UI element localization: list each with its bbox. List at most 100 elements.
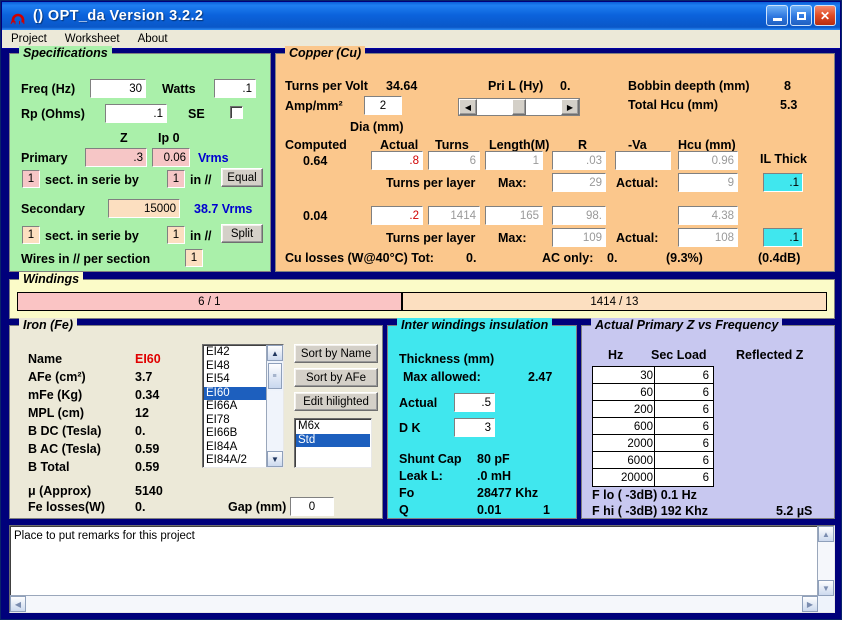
primary-vrms-label: Vrms <box>198 151 229 165</box>
split-button[interactable]: Split <box>221 224 263 243</box>
remarks-horizontal-scrollbar[interactable]: ◀ ▶ <box>10 595 818 612</box>
secondary-input[interactable]: 15000 <box>108 199 180 218</box>
gap-input[interactable]: 0 <box>290 497 334 516</box>
insul-actual-input[interactable]: .5 <box>454 393 495 412</box>
il-thick-label: IL Thick <box>760 152 808 166</box>
se-checkbox[interactable] <box>230 106 243 119</box>
row1-actual-input[interactable]: .8 <box>371 151 423 170</box>
row2-actual-input[interactable]: .2 <box>371 206 423 225</box>
menu-item-worksheet[interactable]: Worksheet <box>56 32 129 46</box>
row1-turns-field: 6 <box>428 151 480 170</box>
total-hcu-value: 5.3 <box>780 98 798 112</box>
scroll-track[interactable] <box>267 391 283 451</box>
menu-item-project[interactable]: Project <box>2 32 56 46</box>
scroll-track[interactable] <box>26 596 802 612</box>
dk-input[interactable]: 3 <box>454 418 495 437</box>
list-item[interactable]: EI66A <box>204 400 266 414</box>
row1-il-thick-input[interactable]: .1 <box>763 173 803 192</box>
turns-per-volt-value: 34.64 <box>386 79 418 93</box>
scroll-thumb[interactable]: ≡ <box>268 363 282 389</box>
list-item[interactable]: EI84A/2 <box>204 454 266 467</box>
row2-il-thick-input[interactable]: .1 <box>763 228 803 247</box>
fo-label: Fo <box>399 486 415 500</box>
dk-label: D K <box>399 421 421 435</box>
hz-cell[interactable]: 20000 <box>592 468 658 487</box>
sort-by-name-button[interactable]: Sort by Name <box>294 344 378 363</box>
primary-sections-input[interactable]: 1 <box>22 170 40 188</box>
list-item[interactable]: EI78 <box>204 414 266 428</box>
edit-hilighted-button[interactable]: Edit hilighted <box>294 392 378 411</box>
row1-length-field: 1 <box>485 151 543 170</box>
col-va: -Va <box>628 138 647 152</box>
amp-mm2-input[interactable]: 2 <box>364 96 402 115</box>
maximize-icon <box>796 11 806 20</box>
iron-bac-value: 0.59 <box>135 442 160 456</box>
primary-parallel-input[interactable]: 1 <box>167 170 185 188</box>
col-hcu: Hcu (mm) <box>678 138 736 152</box>
material-listbox[interactable]: M6x Std <box>294 418 372 468</box>
secondary-vrms-label: 38.7 Vrms <box>194 202 253 216</box>
menu-item-about[interactable]: About <box>129 32 177 46</box>
pri-l-scrollbar[interactable]: ◀ ▶ <box>458 98 580 116</box>
list-item[interactable]: EI42 <box>204 346 266 360</box>
scroll-down-icon[interactable]: ▼ <box>818 580 834 596</box>
iron-bdc-value: 0. <box>135 424 146 438</box>
list-item[interactable]: EI54 <box>204 373 266 387</box>
list-item[interactable]: EI48 <box>204 360 266 374</box>
list-item[interactable]: M6x <box>296 420 370 434</box>
scroll-up-icon[interactable]: ▲ <box>818 526 834 542</box>
row1-va-input[interactable] <box>615 151 671 170</box>
wires-input[interactable]: 1 <box>185 249 203 267</box>
pri-l-label: Pri L (Hy) <box>488 79 544 93</box>
max-allowed-value: 2.47 <box>528 370 553 384</box>
scroll-left-icon[interactable]: ◀ <box>10 596 26 612</box>
winding-segment-primary[interactable]: 6 / 1 <box>17 292 402 311</box>
secondary-sections-input[interactable]: 1 <box>22 226 40 244</box>
row1-r-field: .03 <box>552 151 606 170</box>
scroll-up-icon[interactable]: ▲ <box>267 345 283 361</box>
insulation-panel: Inter windings insulation Thickness (mm)… <box>387 318 577 519</box>
col-reflected-z: Reflected Z <box>736 348 804 362</box>
core-listbox[interactable]: EI42 EI48 EI54 EI60 EI66A EI78 EI66B EI8… <box>202 344 284 468</box>
list-item[interactable]: V38x2 <box>204 468 266 469</box>
scroll-track-right[interactable] <box>526 99 561 115</box>
list-item-selected[interactable]: Std <box>296 433 370 447</box>
close-button[interactable]: ✕ <box>814 5 836 26</box>
rp-input[interactable]: .1 <box>105 104 167 123</box>
winding-segment-secondary[interactable]: 1414 / 13 <box>401 292 827 311</box>
primary-ip-input[interactable]: 0.06 <box>152 148 190 167</box>
sort-by-afe-button[interactable]: Sort by AFe <box>294 368 378 387</box>
equal-button[interactable]: Equal <box>221 168 263 187</box>
rp-label: Rp (Ohms) <box>21 107 85 121</box>
primary-z-input[interactable]: .3 <box>85 148 147 167</box>
row2-tpl-label: Turns per layer <box>386 231 476 245</box>
iron-bac-label: B AC (Tesla) <box>28 442 101 456</box>
scroll-track-left[interactable] <box>477 99 512 115</box>
core-list-scrollbar[interactable]: ▲ ≡ ▼ <box>266 345 283 467</box>
freq-label: Freq (Hz) <box>21 82 76 96</box>
iron-legend: Iron (Fe) <box>19 318 77 332</box>
list-item-selected[interactable]: EI60 <box>204 386 266 400</box>
scroll-track[interactable] <box>818 542 834 580</box>
list-item[interactable]: EI84A <box>204 441 266 455</box>
freq-input[interactable]: 30 <box>90 79 146 98</box>
minimize-button[interactable] <box>766 5 788 26</box>
scroll-left-icon[interactable]: ◀ <box>459 99 477 115</box>
maximize-button[interactable] <box>790 5 812 26</box>
insulation-legend: Inter windings insulation <box>397 318 553 332</box>
wires-label: Wires in // per section <box>21 252 151 266</box>
secondary-parallel-input[interactable]: 1 <box>167 226 185 244</box>
list-item[interactable]: EI66B <box>204 427 266 441</box>
q-value: 0.01 <box>477 503 502 517</box>
row1-tpl-actual-field: 9 <box>678 173 738 192</box>
remarks-textarea[interactable]: Place to put remarks for this project ▲ … <box>9 525 835 613</box>
scroll-right-icon[interactable]: ▶ <box>802 596 818 612</box>
bobbin-label: Bobbin deepth (mm) <box>628 79 750 93</box>
iron-name-label: Name <box>28 352 63 366</box>
watts-input[interactable]: .1 <box>214 79 256 98</box>
scroll-right-icon[interactable]: ▶ <box>561 99 579 115</box>
scroll-thumb[interactable] <box>512 99 526 115</box>
sec-load-cell[interactable]: 6 <box>654 468 714 487</box>
scroll-down-icon[interactable]: ▼ <box>267 451 283 467</box>
remarks-vertical-scrollbar[interactable]: ▲ ▼ <box>817 526 834 596</box>
